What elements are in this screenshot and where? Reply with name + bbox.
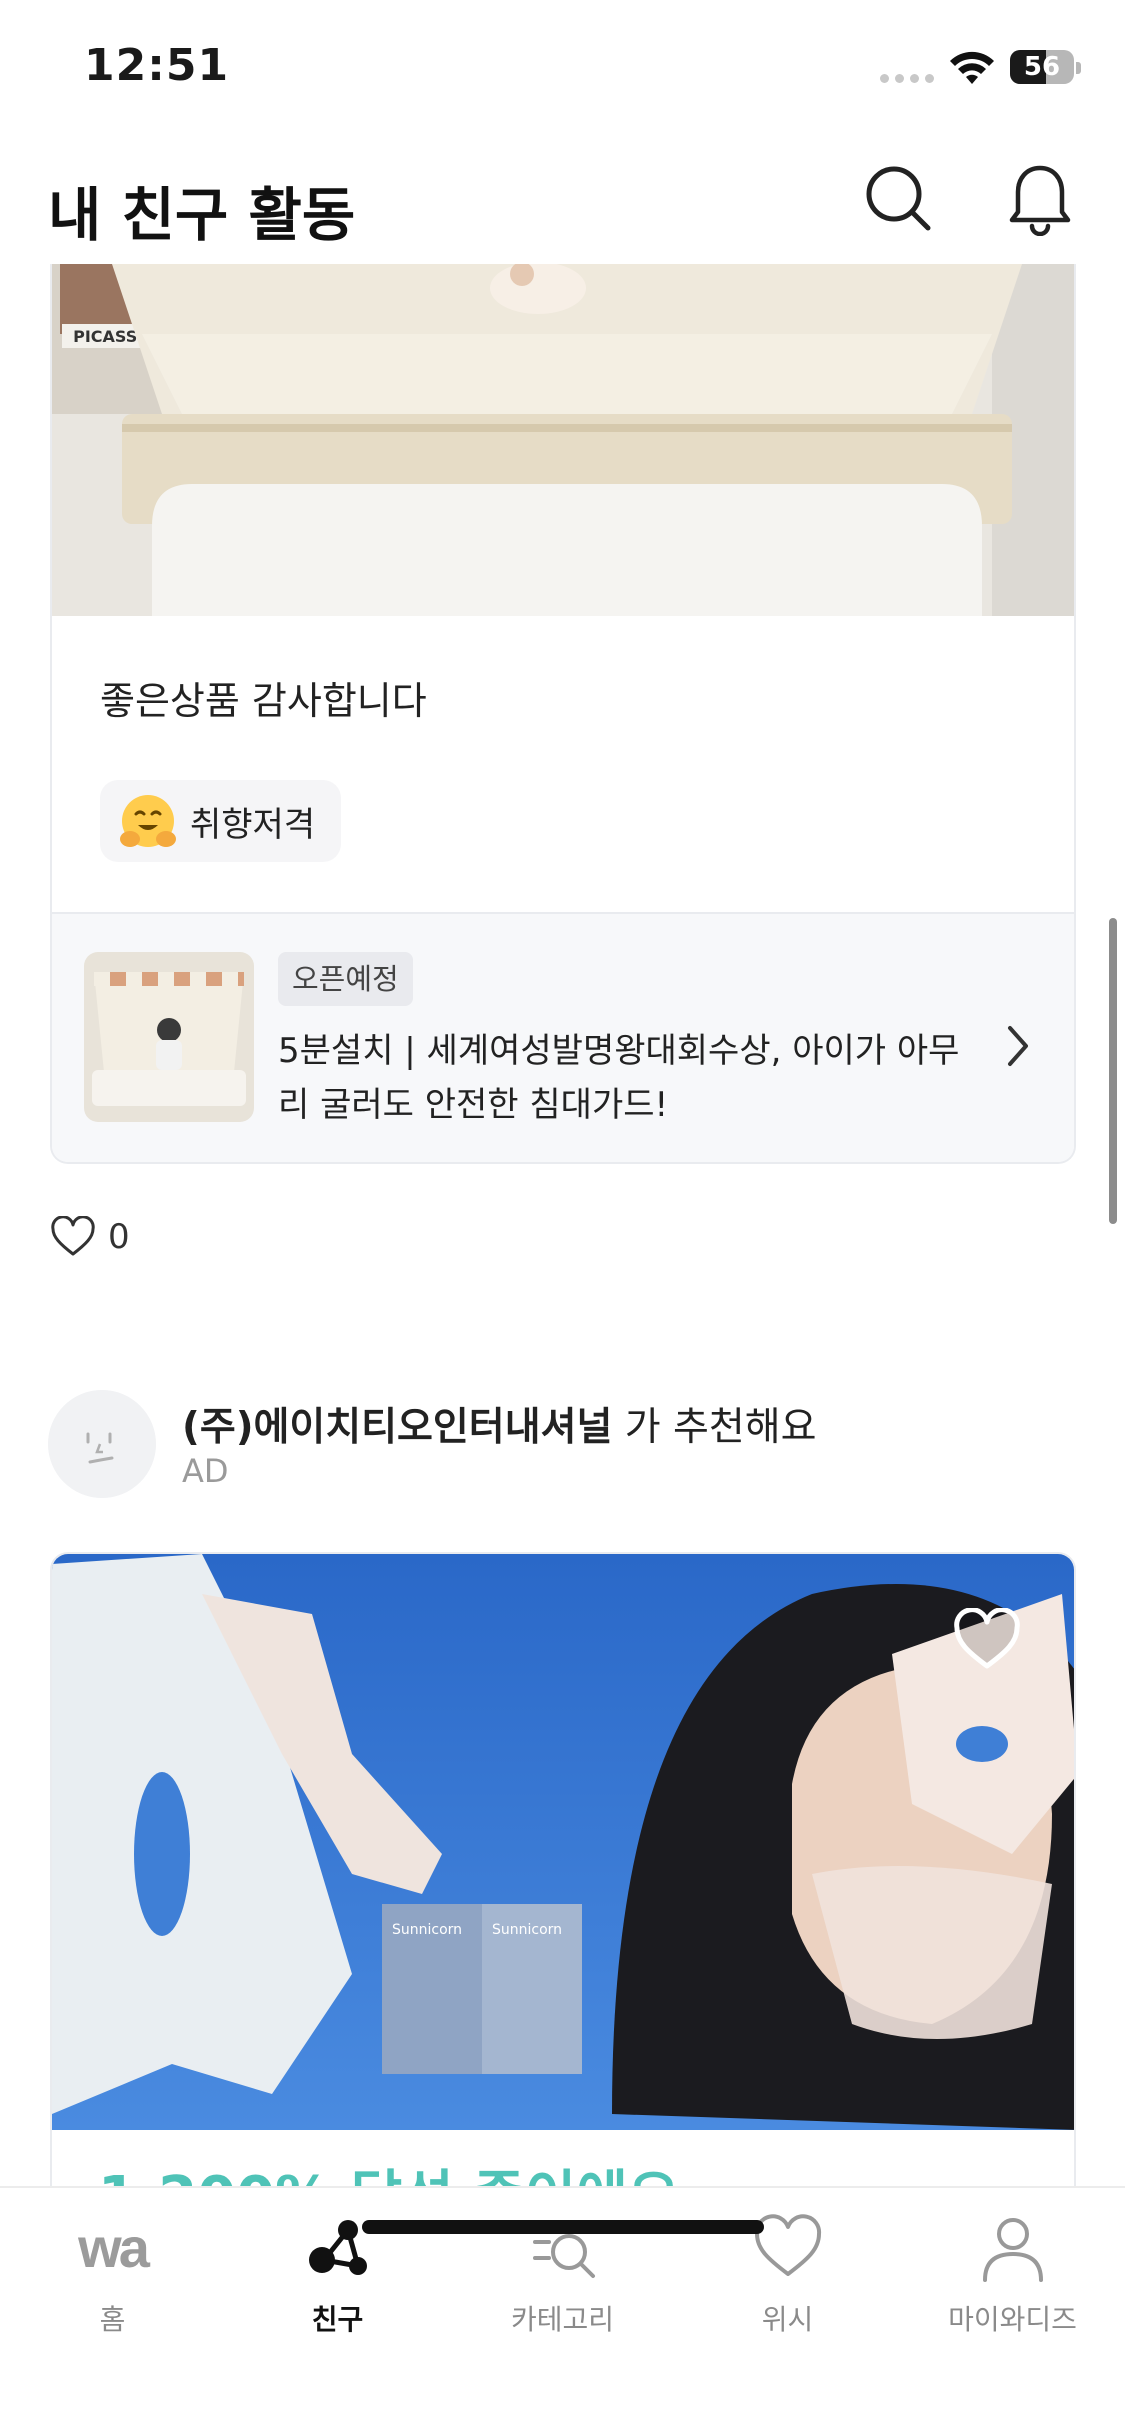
open-soon-badge: 오픈예정 bbox=[278, 952, 413, 1006]
home-indicator bbox=[362, 2220, 764, 2234]
chevron-right-icon bbox=[1008, 1026, 1028, 1066]
battery-percent: 56 bbox=[1023, 52, 1061, 82]
sheet-mask-product-image: Sunnicorn Sunnicorn bbox=[52, 1554, 1074, 2130]
page-header: 내 친구 활동 bbox=[0, 140, 1125, 264]
battery-icon: 56 bbox=[1010, 50, 1074, 84]
like-button[interactable]: 0 bbox=[50, 1216, 130, 1258]
tab-my-wadiz[interactable]: 마이와디즈 bbox=[900, 2212, 1125, 2352]
person-icon bbox=[982, 2218, 1043, 2282]
ad-product-card[interactable]: Sunnicorn Sunnicorn 1,200% 달성 중이에요 bbox=[50, 1552, 1076, 2192]
page-title: 내 친구 활동 bbox=[48, 181, 356, 249]
review-text: 좋은상품 감사합니다 bbox=[100, 679, 427, 723]
tab-label: 위시 bbox=[761, 2303, 814, 2336]
bell-icon[interactable] bbox=[1002, 160, 1078, 236]
ad-label: AD bbox=[182, 1452, 229, 1490]
wa-logo-icon: wa bbox=[78, 2216, 150, 2279]
recommendation-suffix: 가 추천해요 bbox=[612, 1405, 817, 1450]
svg-text:Sunnicorn: Sunnicorn bbox=[492, 1922, 562, 1938]
recommender-name[interactable]: (주)에이치티오인터내셔널 bbox=[182, 1405, 612, 1450]
tab-label: 카테고리 bbox=[510, 2303, 615, 2336]
heart-outline-icon bbox=[51, 1216, 95, 1256]
hugging-face-emoji-icon bbox=[120, 795, 176, 847]
reaction-chip[interactable]: 취향저격 bbox=[100, 780, 342, 862]
search-icon[interactable] bbox=[860, 160, 936, 236]
linked-product-row[interactable]: 오픈예정 5분설치 | 세계여성발명왕대회수상, 아이가 아무리 굴러도 안전한… bbox=[52, 912, 1074, 1162]
battery-nub bbox=[1076, 62, 1081, 74]
recommendation-line: (주)에이치티오인터내셔널 가 추천해요 bbox=[182, 1396, 817, 1452]
recommender-header[interactable]: (주)에이치티오인터내셔널 가 추천해요 AD bbox=[48, 1390, 1078, 1500]
product-thumbnail bbox=[84, 952, 254, 1122]
reaction-label: 취향저격 bbox=[190, 804, 316, 845]
wishlist-heart-icon[interactable] bbox=[952, 1608, 1022, 1672]
avatar bbox=[48, 1390, 156, 1498]
product-title: 5분설치 | 세계여성발명왕대회수상, 아이가 아무리 굴러도 안전한 침대가드… bbox=[278, 1031, 960, 1125]
bed-tent-product-image: PICASSO bbox=[52, 264, 1074, 616]
scrollbar[interactable] bbox=[1109, 918, 1117, 1224]
tab-label: 홈 bbox=[99, 2303, 126, 2336]
friend-activity-card[interactable]: PICASSO 좋은상품 감사합니다 취향저격 오픈예정 5분설치 | 세계여성… bbox=[50, 264, 1076, 1164]
wifi-icon bbox=[950, 51, 994, 84]
svg-text:Sunnicorn: Sunnicorn bbox=[392, 1922, 462, 1938]
cellular-signal-icon bbox=[880, 74, 934, 83]
tab-label: 친구 bbox=[311, 2303, 364, 2336]
like-count: 0 bbox=[108, 1217, 130, 1257]
tab-label: 마이와디즈 bbox=[948, 2303, 1077, 2336]
status-bar: 12:51 56 bbox=[0, 0, 1125, 140]
tab-home[interactable]: wa 홈 bbox=[0, 2212, 225, 2352]
status-time: 12:51 bbox=[84, 40, 230, 91]
